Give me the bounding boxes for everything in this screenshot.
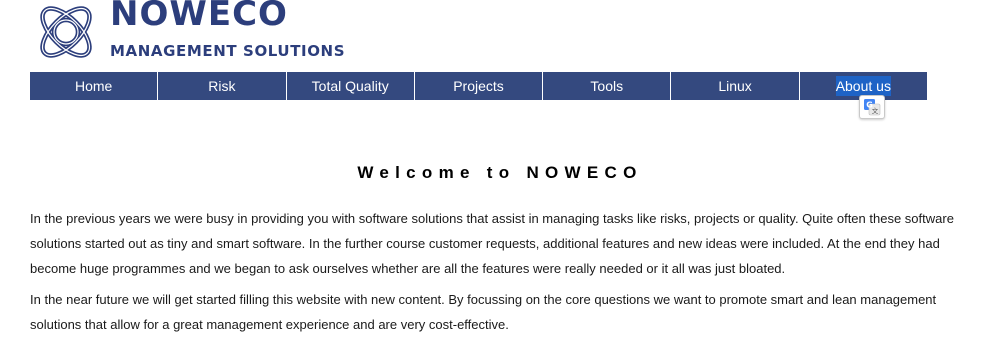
nav-item-label: Home <box>74 78 113 94</box>
brand-name[interactable]: NOWECO <box>110 0 288 34</box>
nav-item-linux[interactable]: Linux <box>670 72 798 100</box>
celtic-knot-logo-icon[interactable] <box>32 0 100 64</box>
svg-text:文: 文 <box>872 106 879 115</box>
nav-item-label: Projects <box>453 78 504 94</box>
nav-item-label: Total Quality <box>311 78 389 94</box>
nav-item-label: About us <box>835 76 891 96</box>
nav-item-label: Tools <box>590 78 624 94</box>
future-paragraph: In the near future we will get started f… <box>30 292 937 332</box>
main-content: In the previous years we were busy in pr… <box>30 206 975 343</box>
nav-item-label: Linux <box>718 78 752 94</box>
google-translate-icon[interactable]: G 文 <box>859 95 885 119</box>
nav-item-risk[interactable]: Risk <box>157 72 285 100</box>
site-header: NOWECO MANAGEMENT SOLUTIONS <box>32 0 392 68</box>
main-navigation: Home Risk Total Quality Projects Tools Linux A… <box>30 72 927 100</box>
nav-item-total-quality[interactable]: Total Quality <box>285 72 414 100</box>
page-title: Welcome to NOWECO <box>357 163 643 183</box>
nav-item-tools[interactable]: Tools <box>542 72 670 100</box>
intro-paragraph: In the previous years we were busy in pr… <box>30 211 954 276</box>
nav-item-label: Risk <box>208 78 236 94</box>
brand-tagline: MANAGEMENT SOLUTIONS <box>110 42 346 60</box>
nav-item-home[interactable]: Home <box>30 72 157 100</box>
nav-item-projects[interactable]: Projects <box>413 72 542 100</box>
